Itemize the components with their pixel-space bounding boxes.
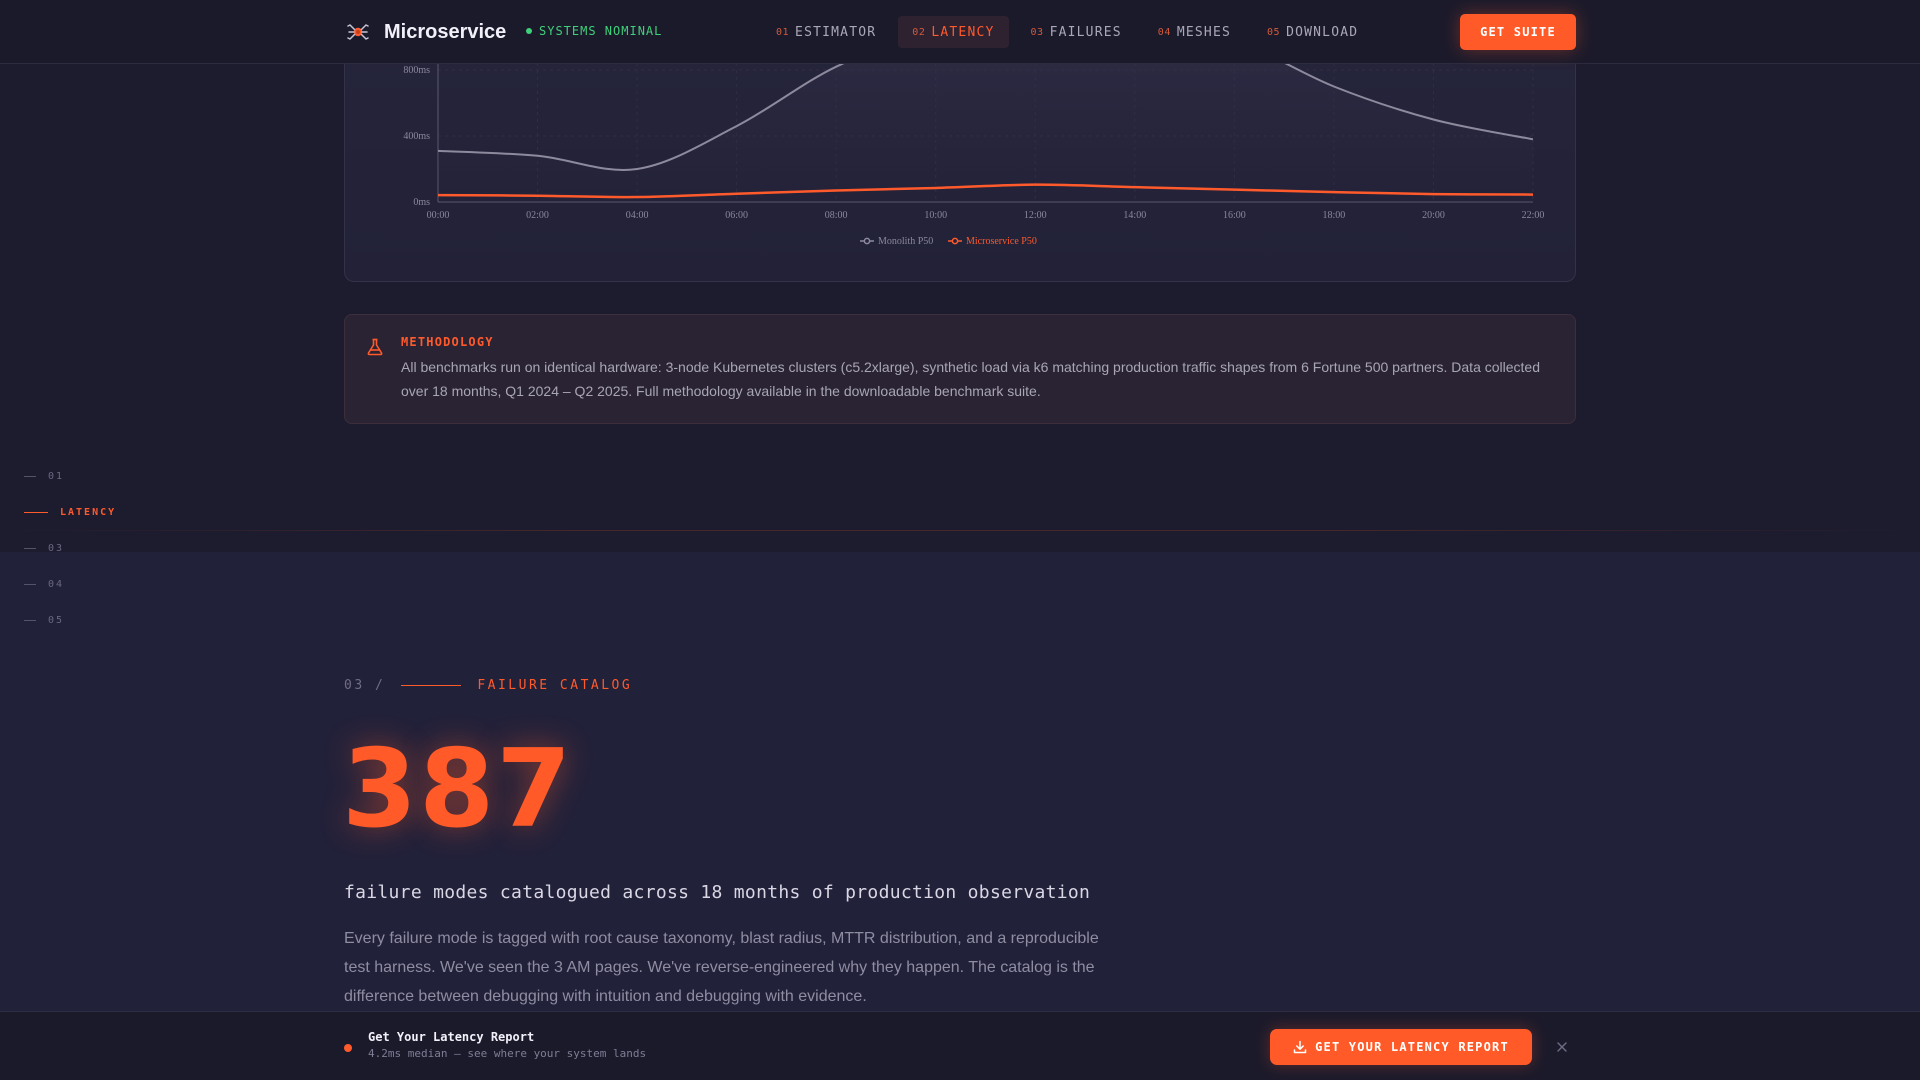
x-tick-label: 14:00	[1123, 210, 1146, 221]
sidenav-line	[24, 547, 36, 549]
brand[interactable]: Microservice	[344, 18, 506, 46]
sidenav-item-03[interactable]: 03	[24, 530, 116, 566]
close-icon[interactable]	[1552, 1037, 1572, 1057]
nav-num: 03	[1030, 26, 1044, 38]
report-sticky-bar: Get Your Latency Report 4.2ms median — s…	[0, 1011, 1920, 1080]
x-tick-label: 16:00	[1223, 210, 1246, 221]
methodology-body: All benchmarks run on identical hardware…	[401, 359, 1541, 399]
sidenav-label: 01	[48, 470, 65, 482]
sidenav-item-04[interactable]: 04	[24, 566, 116, 602]
section-index: 03 /	[344, 678, 386, 693]
x-tick-label: 00:00	[427, 210, 450, 221]
brand-name: Microservice	[384, 20, 507, 43]
failures-subhead: failure modes catalogued across 18 month…	[344, 882, 1091, 903]
legend-label: Monolith P50	[878, 236, 933, 247]
y-tick-label: 800ms	[403, 65, 430, 76]
section-sidenav: 01 LATENCY 03 04 05	[24, 458, 116, 638]
download-icon	[1293, 1040, 1307, 1054]
x-tick-label: 04:00	[626, 210, 649, 221]
sidenav-line	[24, 619, 36, 621]
sidenav-item-05[interactable]: 05	[24, 602, 116, 638]
failure-count: 387	[342, 727, 574, 852]
latency-chart-card: 0ms 400ms 800ms 00:00 02:00 04:00 06:00 08:00 1…	[344, 40, 1576, 282]
methodology-title: METHODOLOGY	[401, 335, 494, 349]
live-dot	[344, 1044, 352, 1052]
top-navbar: Microservice SYSTEMS NOMINAL 01 ESTIMATOR…	[0, 0, 1920, 64]
methodology-callout: METHODOLOGY All benchmarks run on identi…	[344, 314, 1576, 424]
section-label: FAILURE CATALOG	[477, 678, 633, 693]
sidenav-label: 03	[48, 542, 65, 554]
report-bar-subtitle: 4.2ms median — see where your system lan…	[368, 1047, 647, 1060]
report-bar-title: Get Your Latency Report	[368, 1030, 535, 1044]
legend-swatch-marker	[863, 237, 871, 245]
latency-chart: 0ms 400ms 800ms 00:00 02:00 04:00 06:00 08:00 1…	[403, 56, 1545, 247]
nav-estimator[interactable]: 01 ESTIMATOR	[762, 16, 890, 48]
x-tick-label: 08:00	[825, 210, 848, 221]
status-badge: SYSTEMS NOMINAL	[526, 24, 662, 38]
nav-meshes[interactable]: 04 MESHES	[1144, 16, 1245, 48]
sidenav-line	[24, 583, 36, 585]
sidenav-item-latency[interactable]: LATENCY	[24, 494, 116, 530]
nav-label: FAILURES	[1049, 24, 1122, 40]
failures-eyebrow: 03 / FAILURE CATALOG	[344, 678, 632, 693]
x-tick-label: 10:00	[924, 210, 947, 221]
sidenav-item-01[interactable]: 01	[24, 458, 116, 494]
nav-latency[interactable]: 02 LATENCY	[898, 16, 1009, 48]
x-tick-label: 02:00	[526, 210, 549, 221]
nav-num: 05	[1267, 26, 1281, 38]
spider-icon	[344, 18, 372, 46]
sidenav-line	[24, 475, 36, 477]
failures-description: Every failure mode is tagged with root c…	[344, 930, 1099, 1005]
section-divider	[0, 530, 1920, 531]
nav-num: 02	[912, 26, 926, 38]
get-latency-report-button[interactable]: GET YOUR LATENCY REPORT	[1270, 1029, 1532, 1065]
legend-swatch-marker	[951, 237, 959, 245]
flask-icon	[365, 337, 385, 357]
nav-label: MESHES	[1176, 24, 1232, 40]
series-area-0	[438, 56, 1533, 202]
nav-download[interactable]: 05 DOWNLOAD	[1253, 16, 1372, 48]
sidenav-label: 05	[48, 614, 65, 626]
sidenav-line	[24, 511, 48, 513]
x-tick-label: 20:00	[1422, 210, 1445, 221]
status-dot	[526, 28, 532, 34]
status-text: SYSTEMS NOMINAL	[539, 24, 663, 38]
legend-label: Microservice P50	[966, 236, 1037, 247]
eyebrow-rule	[401, 685, 462, 686]
nav-num: 04	[1157, 26, 1171, 38]
nav-label: LATENCY	[931, 24, 995, 40]
nav-label: ESTIMATOR	[795, 24, 877, 40]
x-tick-label: 22:00	[1522, 210, 1545, 221]
y-tick-label: 400ms	[403, 131, 430, 142]
x-tick-label: 12:00	[1024, 210, 1047, 221]
nav-label: DOWNLOAD	[1286, 24, 1359, 40]
sidenav-label: LATENCY	[60, 506, 117, 518]
sidenav-label: 04	[48, 578, 65, 590]
x-tick-label: 06:00	[725, 210, 748, 221]
y-tick-label: 0ms	[413, 197, 430, 208]
get-suite-button[interactable]: GET SUITE	[1460, 14, 1576, 50]
nav-failures[interactable]: 03 FAILURES	[1017, 16, 1136, 48]
nav-num: 01	[776, 26, 790, 38]
report-button-label: GET YOUR LATENCY REPORT	[1315, 1040, 1509, 1054]
x-tick-label: 18:00	[1323, 210, 1346, 221]
main-nav: 01 ESTIMATOR 02 LATENCY 03 FAILURES 04 MESHE…	[762, 16, 1380, 48]
